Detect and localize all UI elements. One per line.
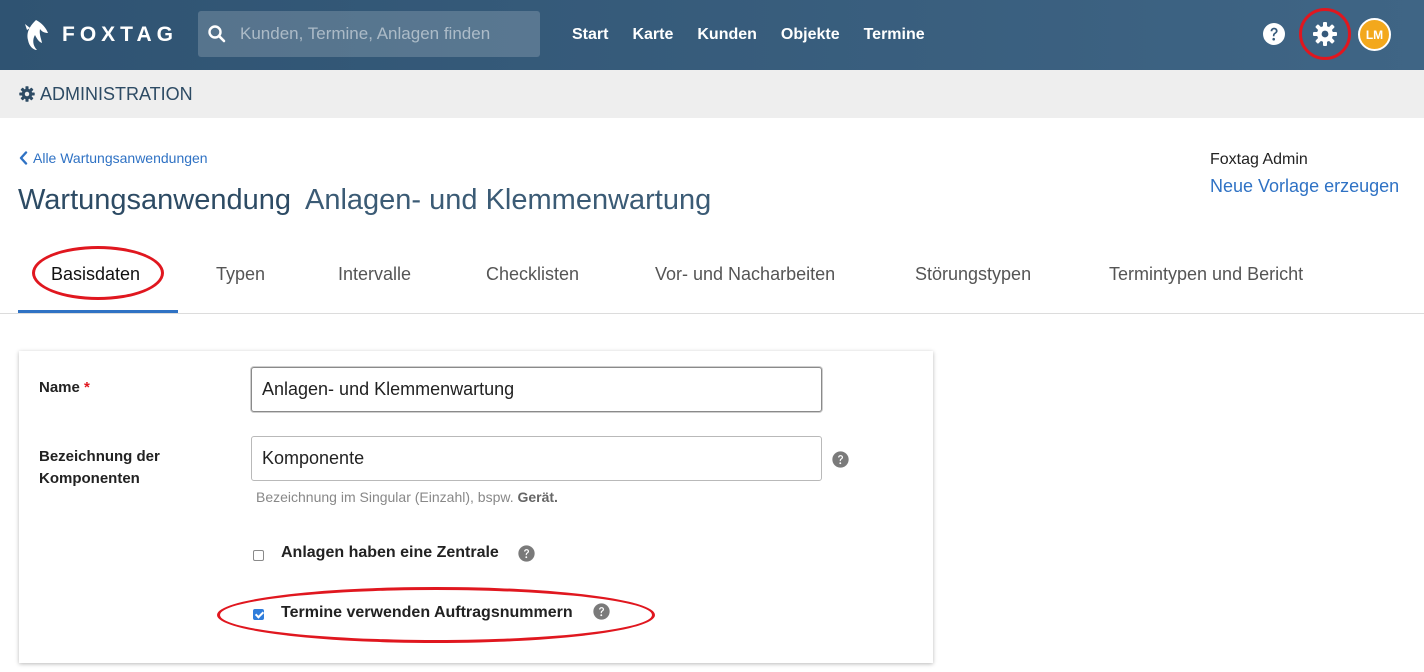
component-label: Bezeichnung der Komponenten (39, 446, 160, 490)
admin-bar: ADMINISTRATION (0, 70, 1424, 118)
tab-vor-und-nacharbeiten[interactable]: Vor- und Nacharbeiten (655, 264, 835, 285)
component-input[interactable]: Komponente (251, 436, 822, 481)
component-label-line2: Komponenten (39, 470, 140, 487)
central-checkbox-label[interactable]: Anlagen haben eine Zentrale (281, 544, 499, 562)
tab-intervalle[interactable]: Intervalle (338, 264, 411, 285)
tab-typen[interactable]: Typen (216, 264, 265, 285)
back-link-label: Alle Wartungsanwendungen (33, 150, 208, 166)
chevron-left-icon (19, 151, 28, 165)
page-title-name: Anlagen- und Klemmenwartung (305, 184, 712, 216)
new-template-link[interactable]: Neue Vorlage erzeugen (1210, 176, 1399, 197)
required-mark: * (84, 379, 90, 396)
tab-stoerungstypen[interactable]: Störungstypen (915, 264, 1031, 285)
basisdaten-form: Name * Anlagen- und Klemmenwartung Bezei… (19, 351, 933, 663)
logo-text: FOXTAG (62, 23, 178, 46)
foxtag-logo[interactable]: FOXTAG (22, 17, 178, 53)
name-label: Name * (39, 377, 90, 399)
settings-button[interactable] (1299, 8, 1351, 60)
help-circle-icon[interactable] (832, 451, 849, 468)
search-input[interactable] (240, 24, 530, 44)
component-hint: Bezeichnung im Singular (Einzahl), bspw.… (256, 489, 558, 505)
highlight-oval-checkbox (217, 587, 655, 643)
search-bar[interactable] (198, 11, 540, 57)
search-icon (208, 25, 226, 43)
nav-link-termine[interactable]: Termine (864, 26, 925, 44)
help-circle-icon[interactable] (518, 545, 535, 562)
gear-icon (1313, 22, 1337, 46)
main-nav: Start Karte Kunden Objekte Termine (572, 0, 949, 70)
help-icon[interactable] (1262, 22, 1286, 46)
component-hint-example: Gerät. (517, 489, 558, 505)
admin-gear-icon (19, 86, 35, 102)
central-checkbox[interactable] (253, 550, 264, 561)
owner-label: Foxtag Admin (1210, 151, 1308, 168)
nav-link-karte[interactable]: Karte (632, 26, 673, 44)
tab-checklisten[interactable]: Checklisten (486, 264, 579, 285)
name-input[interactable]: Anlagen- und Klemmenwartung (251, 367, 822, 412)
top-navbar: FOXTAG Start Karte Kunden Objekte Termin… (0, 0, 1424, 70)
name-label-text: Name (39, 379, 80, 396)
highlight-oval-tab (32, 246, 164, 300)
tab-bar: Basisdaten Typen Intervalle Checklisten … (0, 240, 1424, 314)
nav-link-start[interactable]: Start (572, 26, 608, 44)
nav-link-kunden[interactable]: Kunden (697, 26, 757, 44)
active-tab-indicator (18, 310, 178, 313)
page-title: Wartungsanwendung Anlagen- und Klemmenwar… (18, 184, 711, 217)
page-title-type: Wartungsanwendung (18, 184, 291, 216)
admin-title: ADMINISTRATION (40, 83, 193, 104)
back-link[interactable]: Alle Wartungsanwendungen (19, 150, 208, 166)
user-avatar[interactable]: LM (1358, 18, 1391, 51)
component-label-line1: Bezeichnung der (39, 448, 160, 465)
tab-termintypen-und-bericht[interactable]: Termintypen und Bericht (1109, 264, 1303, 285)
fox-logo-icon (25, 20, 48, 50)
nav-link-objekte[interactable]: Objekte (781, 26, 840, 44)
component-hint-text: Bezeichnung im Singular (Einzahl), bspw. (256, 489, 514, 505)
